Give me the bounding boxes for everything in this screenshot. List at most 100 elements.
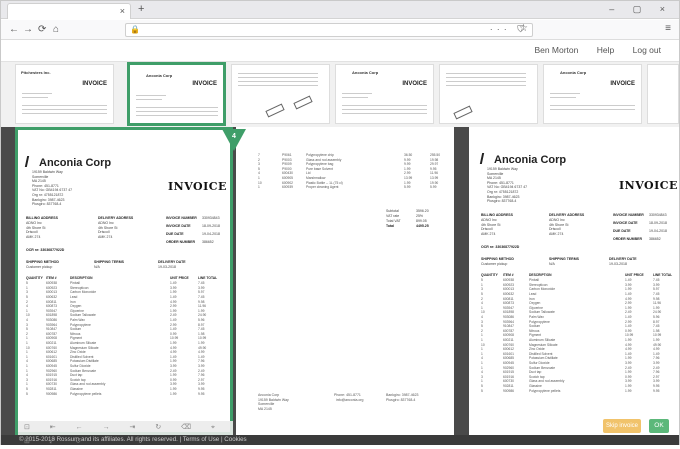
ok-button[interactable]: OK	[649, 419, 669, 433]
thumbnail-title: INVOICE	[402, 81, 427, 87]
invoice-page-3[interactable]: Anconia Corp 19159 Baldwin Way Somervill…	[469, 127, 679, 435]
table-cell: Oxygen	[70, 304, 82, 309]
table-header-cell: QUANTITY	[26, 276, 43, 280]
meta-value-3: 386652	[202, 240, 214, 244]
table-cell: 7.96	[653, 370, 660, 375]
table-cell: 7.96	[653, 356, 660, 361]
table-cell: 600013	[503, 287, 515, 292]
table-cell: 2.49	[625, 365, 632, 370]
menu-icon[interactable]: ≡	[665, 23, 671, 34]
table-cell: 1.99	[625, 305, 632, 310]
thumbnail-6[interactable]: Anconia Corp INVOICE	[543, 64, 642, 124]
new-tab-button[interactable]: +	[138, 3, 144, 15]
table-cell: Magnesium Silicate	[70, 345, 99, 350]
thumbnail-7[interactable]	[647, 64, 679, 124]
table-cell: 3.99	[653, 361, 660, 365]
thumbnail-1[interactable]: Pitchesters Inc. INVOICE	[15, 64, 114, 124]
document-toolbar[interactable]: ⊡ ⇤ ← → ⇥ ↻ ⌫ ⌖ ⊞ ⤢ ↺	[18, 421, 233, 445]
table-cell: 600760	[46, 345, 58, 350]
thumbnail-5[interactable]	[439, 64, 538, 124]
table-cell: 4.99	[170, 345, 177, 350]
shipping-value-1: N/A	[94, 265, 100, 269]
totals-value-0: 3596.20	[416, 209, 429, 213]
table-cell: Carbon Monoxide	[529, 287, 556, 292]
footer-contact: Phone: 451-8771 info@anconia.org	[334, 393, 364, 402]
thumbnail-4[interactable]: Anconia Corp INVOICE	[335, 64, 434, 124]
table-cell: 4.99	[170, 350, 177, 355]
url-bar[interactable]: 🔒 ··· ⛉	[125, 23, 533, 37]
totals-value-2: 899.05	[416, 219, 427, 223]
browser-tab[interactable]: ×	[7, 3, 131, 19]
skip-invoice-button[interactable]: Skip invoice	[603, 419, 641, 433]
home-icon[interactable]: ⌂	[53, 24, 59, 35]
lock-icon: 🔒	[130, 25, 140, 34]
back-icon[interactable]: ←	[9, 24, 19, 35]
table-cell: 1	[26, 341, 28, 345]
table-cell: 36.50	[404, 153, 413, 157]
table-cell: Marshmallow	[306, 176, 326, 180]
table-cell: Sodium Tallowate	[70, 313, 96, 318]
table-cell: 7.45	[198, 281, 205, 286]
meta-value-3: 386652	[649, 237, 661, 241]
thumbnail-3[interactable]	[231, 64, 330, 124]
table-header-cell: QUANTITY	[481, 273, 498, 277]
meta-label-3: ORDER NUMBER	[166, 240, 195, 244]
table-cell: 11.96	[430, 171, 439, 176]
thumbnail-2-selected[interactable]: Anconia Corp INVOICE	[127, 62, 226, 126]
bookmark-icon[interactable]: ☆	[519, 23, 528, 34]
table-cell: 4.99	[198, 350, 205, 355]
table-cell: 8.97	[653, 319, 660, 324]
table-cell: 600632	[503, 292, 515, 296]
table-cell: 1	[26, 308, 28, 313]
table-cell: 1.99	[625, 370, 632, 375]
table-cell: Duct tap	[70, 373, 83, 378]
table-cell: 2.99	[625, 301, 632, 306]
table-cell: 1	[481, 338, 483, 342]
table-cell: Lid	[306, 171, 311, 176]
table-cell: 7.45	[198, 327, 205, 332]
table-cell: 600905	[282, 176, 294, 180]
help-link[interactable]: Help	[597, 45, 614, 55]
table-cell: 600923	[46, 285, 58, 290]
table-cell: 600730	[503, 379, 515, 384]
table-header-cell: LINE TOTAL	[653, 273, 673, 277]
company-logo: Anconia Corp	[24, 156, 111, 169]
meta-value-0: 330934843	[202, 216, 220, 220]
table-cell: 11.96	[653, 301, 662, 306]
close-tab-icon[interactable]: ×	[120, 6, 125, 16]
table-cell: 1.49	[653, 351, 660, 356]
invoice-title: INVOICE	[168, 180, 227, 193]
table-cell: 1	[26, 336, 28, 341]
invoice-page-2[interactable]: 7 P9061 Polypropylene chip 36.50 255.50 2 P900…	[236, 127, 454, 435]
table-cell: Lead	[529, 292, 537, 296]
table-cell: 1	[481, 333, 483, 338]
table-cell: 601898	[503, 310, 515, 315]
table-cell: 600760	[503, 342, 515, 347]
delivery-label: DELIVERY ADDRESS	[98, 216, 134, 220]
table-cell: 2	[26, 299, 28, 304]
invoice-page-1[interactable]: Anconia Corp 19159 Baldwin Way Somervill…	[15, 127, 233, 435]
table-cell: 600873	[503, 301, 515, 306]
table-cell: 600430	[282, 171, 294, 176]
table-cell: 1.99	[198, 308, 205, 313]
table-cell: Glass and rod assembly	[70, 382, 106, 387]
table-cell: 600211	[46, 341, 57, 345]
table-cell: 13.99	[404, 176, 413, 180]
table-cell: 1.99	[170, 341, 177, 345]
window-controls[interactable]: – ▢ ×	[609, 4, 673, 15]
table-cell: 7	[258, 153, 260, 157]
table-cell: 4	[258, 171, 260, 176]
logout-link[interactable]: Log out	[633, 45, 661, 55]
table-cell: 1	[481, 365, 483, 370]
table-cell: Magnesium Silicate	[529, 342, 558, 347]
reload-icon[interactable]: ⟳	[38, 24, 46, 35]
site-footer: © 2015-2018 Rossum and its affiliates. A…	[1, 435, 679, 445]
table-cell: 3.99	[170, 285, 177, 290]
table-cell: Iron	[529, 296, 535, 301]
table-cell: 3	[481, 287, 483, 292]
table-cell: Polypropylene	[70, 322, 91, 327]
user-name-link[interactable]: Ben Morton	[534, 45, 578, 55]
forward-icon[interactable]: →	[23, 24, 33, 35]
table-cell: 1.49	[625, 292, 632, 296]
table-cell: 10.99	[198, 336, 207, 341]
